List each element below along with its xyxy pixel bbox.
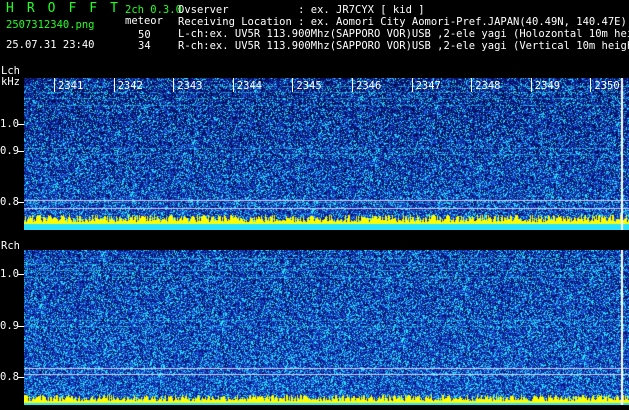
channel-divider	[0, 234, 629, 235]
rch-ytick-0.9: 0.9	[0, 320, 19, 332]
rch-meteor-count: 34	[138, 40, 151, 52]
lch-spectrogram-canvas	[24, 78, 629, 230]
time-tick-2342: 2342	[117, 80, 143, 92]
time-tick-2345: 2345	[296, 80, 322, 92]
time-tick-mark	[530, 78, 532, 92]
capture-datetime: 25.07.31 23:40	[6, 39, 95, 51]
time-tick-mark	[173, 78, 175, 92]
lch-ytick-0.9: 0.9	[0, 145, 19, 157]
rch-receiver-info: R-ch:ex. UV5R 113.900Mhz(SAPPORO VOR)USB…	[178, 40, 629, 52]
time-tick-mark	[232, 78, 234, 92]
lch-unit: kHz	[1, 76, 20, 88]
time-tick-mark	[471, 78, 473, 92]
time-tick-mark	[411, 78, 413, 92]
time-tick-2343: 2343	[177, 80, 203, 92]
time-tick-mark	[54, 78, 55, 92]
image-filename: 2507312340.png	[6, 19, 95, 31]
time-tick-2350: 2350	[594, 80, 620, 92]
app-logo: HROFFT	[6, 1, 131, 16]
lch-spectrogram	[24, 78, 629, 230]
lch-ytick-1.0: 1.0	[0, 118, 19, 130]
lch-ytick-0.8: 0.8	[0, 196, 19, 208]
rch-spectrogram-canvas	[24, 250, 629, 405]
observer-info: Ovserver : ex. JR7CYX [ kid ]	[178, 4, 425, 16]
time-tick-mark	[352, 78, 353, 92]
location-info: Receiving Location : ex. Aomori City Aom…	[178, 16, 627, 28]
meteor-label: meteor	[125, 15, 163, 27]
time-tick-2346: 2346	[356, 80, 382, 92]
time-tick-2344: 2344	[236, 80, 263, 92]
rch-ytick-1.0: 1.0	[0, 268, 19, 280]
time-tick-mark	[590, 78, 592, 92]
lch-receiver-info: L-ch:ex. UV5R 113.900Mhz(SAPPORO VOR)USB…	[178, 28, 629, 40]
time-tick-2348: 2348	[475, 80, 501, 92]
rch-label: Rch	[1, 240, 20, 252]
time-tick-2347: 2347	[415, 80, 441, 92]
time-tick-mark	[113, 78, 115, 92]
time-tick-mark	[292, 78, 294, 92]
time-tick-2341: 2341	[58, 80, 84, 92]
rch-ytick-0.8: 0.8	[0, 371, 19, 383]
time-tick-2349: 2349	[534, 80, 561, 92]
rch-spectrogram	[24, 250, 629, 405]
